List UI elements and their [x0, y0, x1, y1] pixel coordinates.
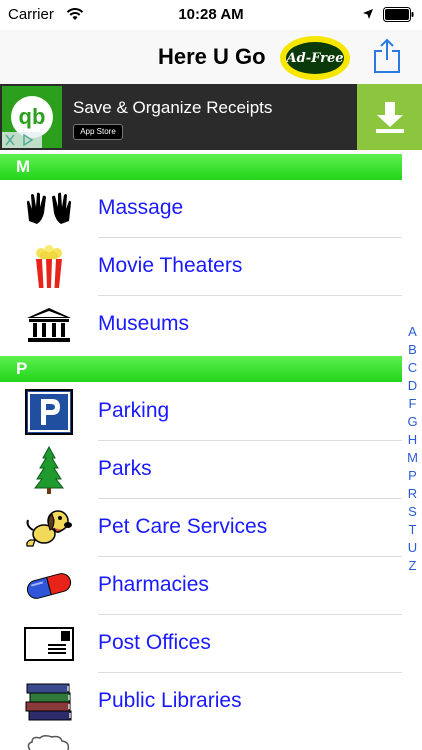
- index-letter-d[interactable]: D: [403, 377, 422, 395]
- ad-free-button[interactable]: Ad-Free: [280, 36, 350, 80]
- location-arrow-icon: [363, 9, 373, 19]
- ad-free-label: Ad-Free: [284, 40, 346, 76]
- list-item-movie-theaters[interactable]: Movie Theaters: [0, 238, 402, 296]
- section-letter: P: [16, 359, 28, 378]
- parking-sign-icon: [24, 389, 74, 435]
- index-letter-m[interactable]: M: [403, 449, 422, 467]
- section-header-m: M: [0, 154, 402, 180]
- index-letter-p[interactable]: P: [403, 467, 422, 485]
- list-item-massage[interactable]: Massage: [0, 180, 402, 238]
- index-letter-u[interactable]: U: [403, 539, 422, 557]
- index-letter-z[interactable]: Z: [403, 557, 422, 575]
- index-letter-a[interactable]: A: [403, 323, 422, 341]
- list-item-public-libraries[interactable]: Public Libraries: [0, 673, 402, 731]
- index-letter-c[interactable]: C: [403, 359, 422, 377]
- list-item-pet-care-services[interactable]: Pet Care Services: [0, 499, 402, 557]
- app-store-badge: App Store: [73, 124, 123, 140]
- navigation-bar: Here U Go Ad-Free: [0, 30, 422, 84]
- item-label: Movie Theaters: [98, 254, 243, 277]
- section-index[interactable]: ABCDFGHMPRSTUZ: [403, 323, 422, 575]
- item-label: Post Offices: [98, 631, 211, 654]
- index-letter-r[interactable]: R: [403, 485, 422, 503]
- download-button[interactable]: [357, 84, 422, 150]
- clock: 10:28 AM: [178, 6, 244, 23]
- status-bar: Carrier 10:28 AM: [0, 0, 422, 30]
- item-label: Public Libraries: [98, 689, 242, 712]
- dog-icon: [24, 507, 74, 549]
- section-header-p: P: [0, 356, 402, 382]
- index-letter-f[interactable]: F: [403, 395, 422, 413]
- item-label: Parking: [98, 399, 170, 422]
- section-letter: M: [16, 157, 31, 176]
- page-title: Here U Go: [158, 44, 266, 69]
- pill-capsule-icon: [24, 565, 74, 607]
- item-label: Museums: [98, 312, 190, 335]
- ad-text: Save & Organize Receipts: [73, 98, 273, 117]
- download-icon: [375, 102, 404, 133]
- massage-hands-icon: [24, 188, 74, 230]
- ad-choices-icon[interactable]: [2, 132, 42, 148]
- cloud-icon: [27, 734, 70, 750]
- pine-tree-icon: [24, 446, 74, 494]
- item-label: Pet Care Services: [98, 515, 268, 538]
- list-item-pharmacies[interactable]: Pharmacies: [0, 557, 402, 615]
- item-label: Massage: [98, 196, 184, 219]
- books-stack-icon: [24, 681, 74, 723]
- museum-building-icon: [24, 304, 74, 346]
- envelope-icon: [24, 623, 74, 665]
- list-item-museums[interactable]: Museums: [0, 296, 402, 354]
- index-letter-g[interactable]: G: [403, 413, 422, 431]
- item-label: Pharmacies: [98, 573, 209, 596]
- battery-icon: [383, 7, 414, 22]
- popcorn-icon: [24, 245, 74, 288]
- index-letter-b[interactable]: B: [403, 341, 422, 359]
- index-letter-t[interactable]: T: [403, 521, 422, 539]
- share-icon[interactable]: [372, 38, 402, 74]
- list-item-parking[interactable]: Parking: [0, 383, 402, 441]
- index-letter-h[interactable]: H: [403, 431, 422, 449]
- list-item-parks[interactable]: Parks: [0, 441, 402, 499]
- list-item-post-offices[interactable]: Post Offices: [0, 615, 402, 673]
- ad-banner[interactable]: qb Save & Organize Receipts App Store: [0, 84, 422, 150]
- item-label: Parks: [98, 457, 152, 480]
- index-letter-s[interactable]: S: [403, 503, 422, 521]
